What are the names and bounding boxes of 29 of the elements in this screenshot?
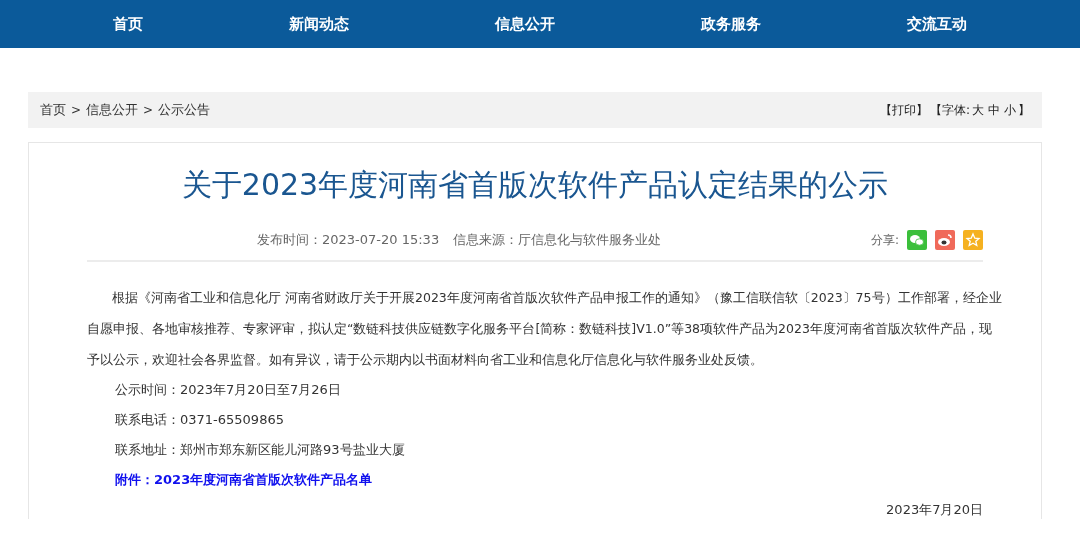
nav-link[interactable]: 首页 — [105, 10, 151, 38]
breadcrumb-link[interactable]: 信息公开 — [86, 101, 139, 119]
print-link[interactable]: 【打印】 — [879, 101, 928, 119]
font-size-link[interactable]: 中 — [988, 101, 1000, 119]
publish-date: 2023年7月20日 — [885, 501, 983, 519]
breadcrumb-separator: > — [143, 103, 154, 117]
font-size-link[interactable]: 小 — [1004, 101, 1016, 119]
bracket-text: 】 — [1018, 101, 1030, 119]
chat-bubbles-icon[interactable] — [907, 230, 927, 250]
attachment-link[interactable]: 附件：2023年度河南省首版次软件产品名单 — [87, 465, 983, 495]
nav-link[interactable]: 交流互动 — [899, 10, 975, 38]
breadcrumb-link[interactable]: 首页 — [40, 101, 66, 119]
info-source: 信息来源：厅信息化与软件服务业处 — [453, 231, 662, 249]
breadcrumb-separator: > — [71, 103, 82, 117]
font-size-link[interactable]: 大 — [972, 101, 984, 119]
font-size-label: 【字体: — [929, 101, 970, 119]
detail-line: 联系地址：郑州市郑东新区能儿河路93号盐业大厦 — [114, 441, 406, 459]
article-title: 关于2023年度河南省首版次软件产品认定结果的公示 — [180, 166, 890, 204]
detail-line: 联系电话：0371-65509865 — [114, 411, 285, 429]
publish-time: 发布时间：2023-07-20 15:33 — [257, 231, 440, 249]
nav-link[interactable]: 新闻动态 — [281, 10, 357, 38]
nav-link[interactable]: 信息公开 — [487, 10, 563, 38]
breadcrumb-link[interactable]: 公示公告 — [158, 101, 211, 119]
detail-line: 公示时间：2023年7月20日至7月26日 — [114, 381, 342, 399]
star-icon[interactable] — [963, 230, 983, 250]
nav-link[interactable]: 政务服务 — [693, 10, 769, 38]
body-paragraph: 根据《河南省工业和信息化厅 河南省财政厅关于开展2023年度河南省首版次软件产品申报工作的通知》（豫工信联信软〔2023〕75号）工作部署，经企业自愿申报、各地审核推荐、专家评审，拟认定“数链科技供应链数字化服务平台[简称：数链科技]V1.0”等38项软件产品为2023年度河南省首版次软件产品，现予以公示，欢迎社会各界监督。如有异议，请于公示期内以书面材料向省工业和信息化厅信息化与软件服务业处反馈。 — [87, 289, 1003, 369]
share-label: 分享: — [870, 231, 899, 249]
eye-swirl-icon[interactable] — [935, 230, 955, 250]
